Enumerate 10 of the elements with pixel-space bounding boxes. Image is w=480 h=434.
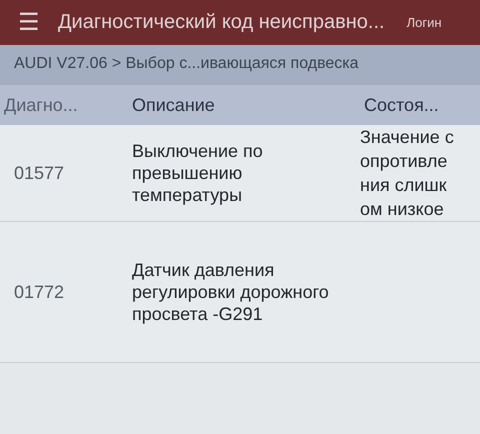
table-cell-text: Выключение по превышению температуры	[131, 140, 264, 206]
login-link[interactable]: Логин	[406, 15, 442, 30]
column-header[interactable]: Описание	[120, 94, 352, 116]
table-cell-text: 01577	[13, 162, 66, 184]
table-cell-text: Значение сопротивления слишком низкое	[359, 126, 455, 221]
window-title: Диагностический код неисправно...	[58, 11, 385, 34]
table-cell-text: Датчик давления регулировки дорожного просвета -G291	[131, 259, 330, 325]
column-header[interactable]: Состоя...	[352, 94, 480, 116]
table-cell-text: 01772	[13, 282, 66, 302]
menu-icon[interactable]: ☰	[18, 10, 40, 34]
